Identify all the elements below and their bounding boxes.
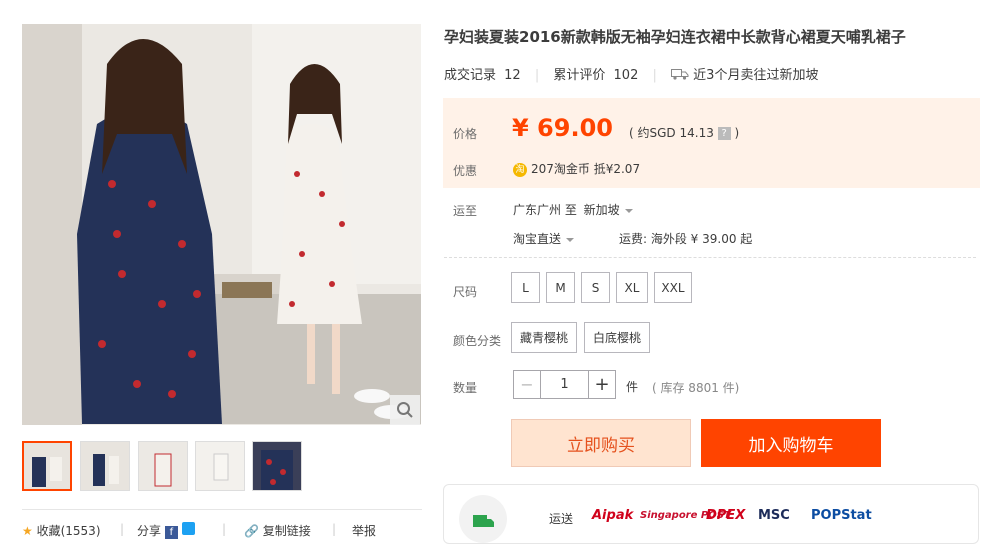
shipping-partners-label: 运送 [549,512,574,526]
thumbnail-4[interactable] [195,441,245,491]
reviews-label[interactable]: 累计评价 [553,68,605,83]
quantity-stepper: − 1 + [513,370,616,399]
truck-icon [671,68,689,84]
thumbnail-2[interactable] [80,441,130,491]
popstat-logo: POPStat [811,508,872,523]
dpex-logo: DPEX [706,508,746,523]
social-bar: ★ 收藏(1553) | 分享 f | 🔗 复制链接 | 举报 [22,509,422,539]
taobao-coin-icon: 淘 [513,162,527,177]
stock-count: ( 库存 8801 件) [652,381,740,395]
delivery-from: 广东广州 至 [513,203,577,217]
size-option-l[interactable]: L [511,272,540,303]
sales-label[interactable]: 成交记录 [444,68,496,83]
favorite-button[interactable]: ★ 收藏(1553) [22,522,101,539]
share-button[interactable]: 分享 f [137,522,195,539]
aipak-logo: Aipak [592,508,634,523]
thumbnail-1[interactable] [22,441,72,491]
twitter-icon[interactable] [181,522,195,535]
price-value: ¥ 69.00 [512,114,613,142]
quantity-label: 数量 [453,381,478,395]
quantity-unit: 件 [626,380,639,394]
report-link[interactable]: 举报 [352,522,376,539]
delivery-fee: 运费: 海外段 ¥ 39.00 起 [619,232,753,246]
add-to-cart-button[interactable]: 加入购物车 [701,419,881,467]
quantity-input[interactable]: 1 [541,371,588,398]
thumbnail-3[interactable] [138,441,188,491]
sales-count[interactable]: 12 [504,68,521,83]
promo-coins[interactable]: 淘 207淘金币 抵¥2.07 [513,160,640,177]
msc-logo: MSC [758,508,790,523]
copy-link-button[interactable]: 🔗 复制链接 [244,522,311,539]
buy-now-button[interactable]: 立即购买 [511,419,691,467]
chevron-down-icon [624,208,633,213]
size-option-s[interactable]: S [581,272,610,303]
size-option-m[interactable]: M [546,272,575,303]
delivery-route: 广东广州 至 新加坡 [513,201,633,218]
promo-label: 优惠 [453,164,478,178]
size-option-xl[interactable]: XL [616,272,648,303]
facebook-icon[interactable]: f [164,526,178,539]
product-title: 孕妇装夏装2016新款韩版无袖孕妇连衣裙中长款背心裙夏天哺乳裙子 [444,28,906,46]
main-product-image[interactable] [22,24,421,425]
color-option-white-cherry[interactable]: 白底樱桃 [584,322,650,353]
shipping-note: 近3个月卖往过新加坡 [693,68,819,83]
divider [444,257,976,258]
color-option-navy-cherry[interactable]: 藏青樱桃 [511,322,577,353]
quantity-increase-button[interactable]: + [588,371,615,398]
help-icon[interactable]: ? [717,127,731,140]
delivery-label: 运至 [453,204,478,218]
chevron-down-icon [566,237,575,242]
quantity-decrease-button[interactable]: − [514,371,541,398]
price-label: 价格 [453,127,478,141]
size-label: 尺码 [453,285,478,299]
price-sgd: ( 约SGD 14.13 ? ) [629,126,740,140]
reviews-count[interactable]: 102 [614,68,639,83]
size-option-xxl[interactable]: XXL [654,272,692,303]
delivery-method-select[interactable]: 淘宝直送 [513,230,575,247]
delivery-destination[interactable]: 新加坡 [581,203,633,217]
color-label: 颜色分类 [453,334,502,348]
zoom-icon[interactable] [390,395,420,425]
stats-row: 成交记录 12 | 累计评价 102 | 近3个月卖往过新加坡 [444,68,819,84]
thumbnail-5[interactable] [252,441,302,491]
